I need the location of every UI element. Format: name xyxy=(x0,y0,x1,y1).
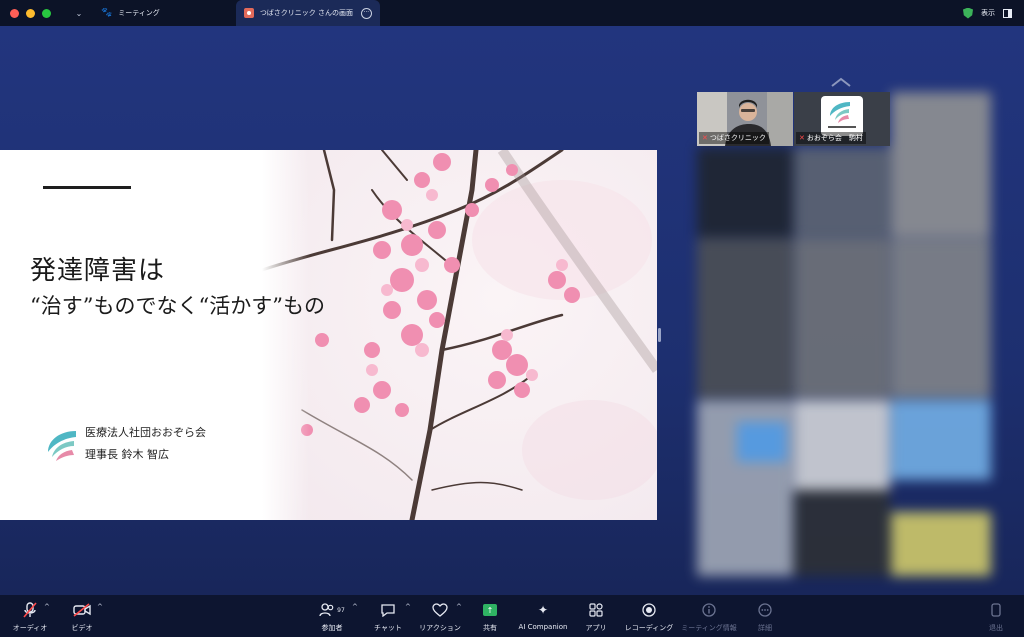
video-off-icon xyxy=(52,601,112,619)
view-menu-button[interactable]: 表示 xyxy=(981,8,995,18)
share-label: 共有 xyxy=(483,624,497,632)
sparkle-icon: ✦ xyxy=(537,603,549,617)
view-layout-icon[interactable] xyxy=(1003,8,1012,18)
blurred-participants xyxy=(697,92,993,578)
chevron-down-icon[interactable]: ⌄ xyxy=(73,9,85,18)
participants-options-caret[interactable]: ^ xyxy=(352,603,358,611)
participant-name: ✕ おおぞら会 駒村 xyxy=(796,132,866,144)
meeting-info-label: ミーティング情報 xyxy=(681,624,737,632)
close-window-button[interactable] xyxy=(10,8,19,18)
participant-name: ✕ つばさクリニック xyxy=(699,132,769,144)
ai-companion-label: AI Companion xyxy=(518,623,568,631)
meeting-info-button[interactable]: ミーティング情報 xyxy=(679,601,739,633)
tab-screen-share[interactable]: つばさクリニック さんの画面 ··· xyxy=(235,0,380,26)
audio-label: オーディオ xyxy=(12,624,48,632)
tab-meeting-label: ミーティング xyxy=(118,9,160,17)
video-label: ビデオ xyxy=(71,624,93,632)
screen-share-icon xyxy=(243,8,254,18)
window-controls xyxy=(10,8,51,18)
audio-options-caret[interactable]: ^ xyxy=(44,603,50,611)
audio-button[interactable]: オーディオ xyxy=(0,601,60,633)
resize-handle[interactable] xyxy=(658,328,661,342)
chat-label: チャット xyxy=(374,624,402,632)
recording-button[interactable]: レコーディング xyxy=(619,601,679,633)
zoom-window-button[interactable] xyxy=(42,8,51,18)
apps-button[interactable]: アプリ xyxy=(566,601,626,633)
participant-count: 97 xyxy=(337,606,345,614)
apps-icon xyxy=(566,601,626,619)
minimize-window-button[interactable] xyxy=(26,8,35,18)
ai-companion-button[interactable]: ✦ AI Companion xyxy=(513,601,573,631)
share-button[interactable]: ↑ 共有 xyxy=(460,601,520,633)
record-icon xyxy=(619,601,679,619)
video-options-caret[interactable]: ^ xyxy=(97,603,103,611)
leave-icon xyxy=(966,601,1024,619)
paw-icon: 🐾 xyxy=(101,8,113,18)
participant-tile[interactable]: ✕ つばさクリニック xyxy=(697,92,793,146)
decorative-rule xyxy=(43,186,131,189)
participant-tile[interactable]: ✕ おおぞら会 駒村 xyxy=(794,92,890,146)
presenter-name: 理事長 鈴木 智広 xyxy=(85,448,169,461)
participant-gallery: ✕ つばさクリニック ✕ おおぞら会 駒村 xyxy=(697,92,993,578)
cherry-blossom-image xyxy=(262,150,657,520)
apps-label: アプリ xyxy=(585,624,607,632)
info-icon xyxy=(679,601,739,619)
mic-muted-icon: ✕ xyxy=(799,134,805,142)
organization-name: 医療法人社団おおぞら会 xyxy=(85,426,206,439)
more-icon xyxy=(735,601,795,619)
share-screen-icon: ↑ xyxy=(460,601,520,619)
slide-heading: 発達障害は xyxy=(30,256,166,286)
title-bar: ⌄ 🐾 ミーティング つばさクリニック さんの画面 ··· 表示 xyxy=(0,0,1024,26)
mic-muted-icon: ✕ xyxy=(702,134,708,142)
meeting-toolbar: オーディオ ^ ビデオ ^ 97 参加者 ^ チャット ^ リアクション ^ ↑… xyxy=(0,595,1024,637)
leave-button[interactable]: 退出 xyxy=(966,601,1024,633)
organization-logo xyxy=(48,431,76,461)
leave-label: 退出 xyxy=(989,624,1003,632)
meeting-stage: 発達障害は “治す”ものでなく“活かす”もの 医療法人社団おおぞら会 理事長 鈴… xyxy=(0,26,1024,595)
shared-slide: 発達障害は “治す”ものでなく“活かす”もの 医療法人社団おおぞら会 理事長 鈴… xyxy=(0,150,657,520)
more-button[interactable]: 詳細 xyxy=(735,601,795,633)
tab-screen-share-label: つばさクリニック さんの画面 xyxy=(259,9,354,17)
tab-meeting[interactable]: 🐾 ミーティング xyxy=(93,0,168,26)
slide-subheading: “治す”ものでなく“活かす”もの xyxy=(30,294,325,318)
security-shield-icon[interactable] xyxy=(963,7,973,19)
video-button[interactable]: ビデオ xyxy=(52,601,112,633)
more-label: 詳細 xyxy=(758,624,772,632)
participants-label: 参加者 xyxy=(321,624,343,632)
chevron-up-icon[interactable] xyxy=(830,76,852,88)
more-options-icon[interactable]: ··· xyxy=(360,7,372,19)
mic-muted-icon xyxy=(0,601,60,619)
recording-label: レコーディング xyxy=(624,624,674,632)
